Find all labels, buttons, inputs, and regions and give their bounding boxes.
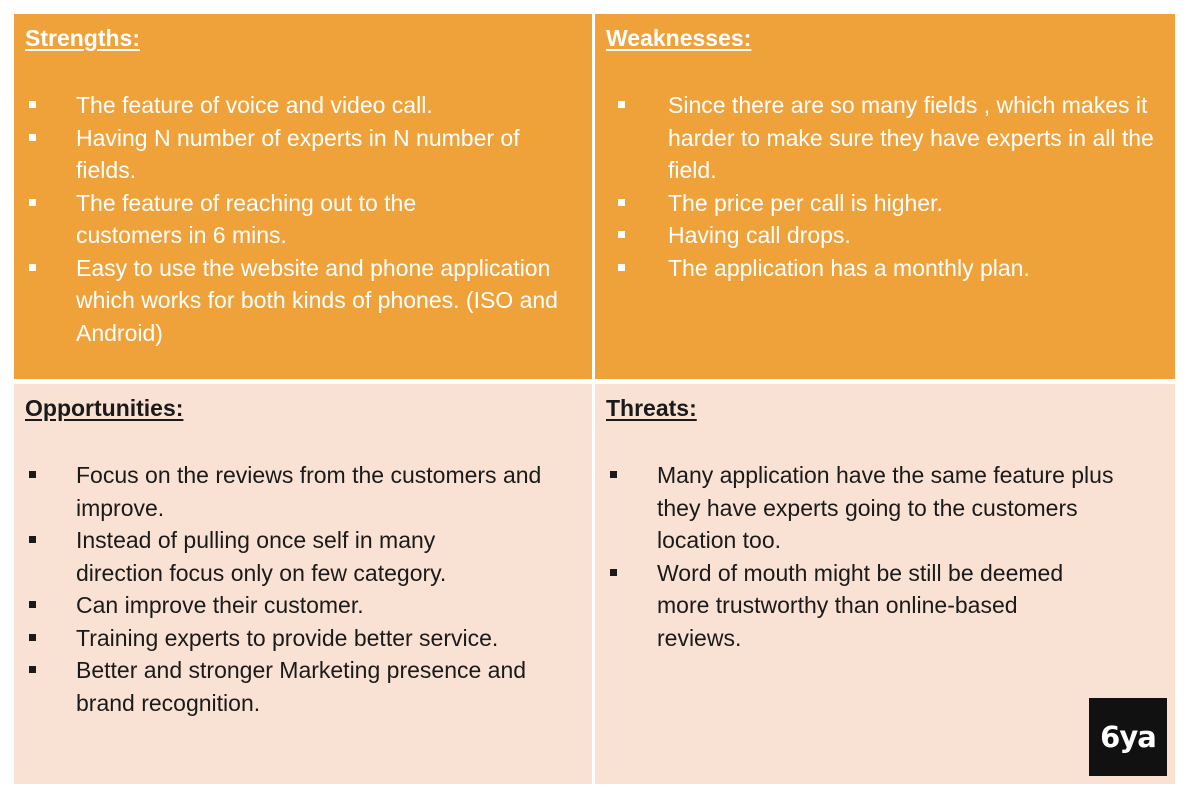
swot-grid: Strengths: The feature of voice and vide… (14, 14, 1175, 784)
weakness-item: Since there are so many fields , which m… (606, 89, 1158, 187)
weaknesses-quadrant: Weaknesses: Since there are so many fiel… (595, 14, 1175, 379)
weakness-item: The price per call is higher. (606, 187, 1158, 220)
weakness-item-text: The application has a monthly plan. (668, 254, 1030, 281)
opportunity-item: Instead of pulling once self in many dir… (25, 524, 526, 589)
strengths-heading: Strengths: (25, 25, 140, 51)
weaknesses-list: Since there are so many fields , which m… (606, 89, 1175, 284)
weaknesses-heading: Weaknesses: (606, 25, 752, 51)
bullet-icon (29, 601, 36, 608)
bullet-icon (29, 536, 36, 543)
opportunities-quadrant: Opportunities: Focus on the reviews from… (14, 384, 592, 784)
strength-item: Having N number of experts in N number o… (25, 122, 571, 187)
weakness-item-text: Having call drops. (668, 222, 851, 248)
bullet-icon (610, 471, 617, 478)
threats-list: Many application have the same feature p… (606, 459, 1175, 654)
opportunity-item-text: Training experts to provide better servi… (76, 624, 499, 651)
threats-quadrant: Threats: Many application have the same … (595, 384, 1175, 784)
bullet-icon (29, 101, 36, 108)
threat-item: Word of mouth might be still be deemed m… (606, 557, 1097, 655)
bullet-icon (610, 568, 617, 576)
strength-item: Easy to use the website and phone applic… (25, 252, 581, 350)
opportunity-item-text: Focus on the reviews from the customers … (76, 462, 542, 521)
bullet-icon (29, 198, 36, 206)
strengths-quadrant: Strengths: The feature of voice and vide… (14, 14, 592, 379)
opportunity-item: Focus on the reviews from the customers … (25, 459, 586, 524)
strengths-list: The feature of voice and video call. Hav… (25, 89, 592, 349)
brand-logo: 6ya (1089, 698, 1167, 776)
bullet-icon (29, 471, 36, 478)
weakness-item-text: The price per call is higher. (668, 189, 943, 216)
strength-item-text: The feature of reaching out to the custo… (76, 189, 417, 249)
opportunities-heading: Opportunities: (25, 395, 184, 421)
bullet-icon (618, 263, 625, 271)
weakness-item: Having call drops. (606, 219, 1158, 252)
opportunities-list: Focus on the reviews from the customers … (25, 459, 592, 719)
strength-item: The feature of reaching out to the custo… (25, 187, 496, 252)
bullet-icon (618, 231, 625, 238)
bullet-icon (618, 198, 625, 206)
bullet-icon (29, 133, 36, 141)
threats-heading: Threats: (606, 395, 697, 421)
bullet-icon (29, 263, 36, 271)
bullet-icon (618, 101, 625, 108)
opportunity-item: Can improve their customer. (25, 589, 586, 622)
opportunity-item-text: Can improve their customer. (76, 592, 364, 618)
opportunity-item: Better and stronger Marketing presence a… (25, 654, 566, 719)
opportunity-item-text: Better and stronger Marketing presence a… (76, 657, 527, 716)
strength-item-text: Easy to use the website and phone applic… (76, 254, 558, 346)
opportunity-item-text: Instead of pulling once self in many dir… (76, 527, 447, 586)
strength-item-text: The feature of voice and video call. (76, 92, 433, 118)
threat-item: Many application have the same feature p… (606, 459, 1147, 557)
bullet-icon (29, 633, 36, 641)
weakness-item: The application has a monthly plan. (606, 252, 1158, 285)
bullet-icon (29, 666, 36, 673)
opportunity-item: Training experts to provide better servi… (25, 622, 591, 655)
threat-item-text: Word of mouth might be still be deemed m… (657, 559, 1064, 651)
threat-item-text: Many application have the same feature p… (657, 462, 1114, 553)
strength-item: The feature of voice and video call. (25, 89, 576, 122)
weakness-item-text: Since there are so many fields , which m… (668, 92, 1154, 183)
strength-item-text: Having N number of experts in N number o… (76, 124, 520, 184)
